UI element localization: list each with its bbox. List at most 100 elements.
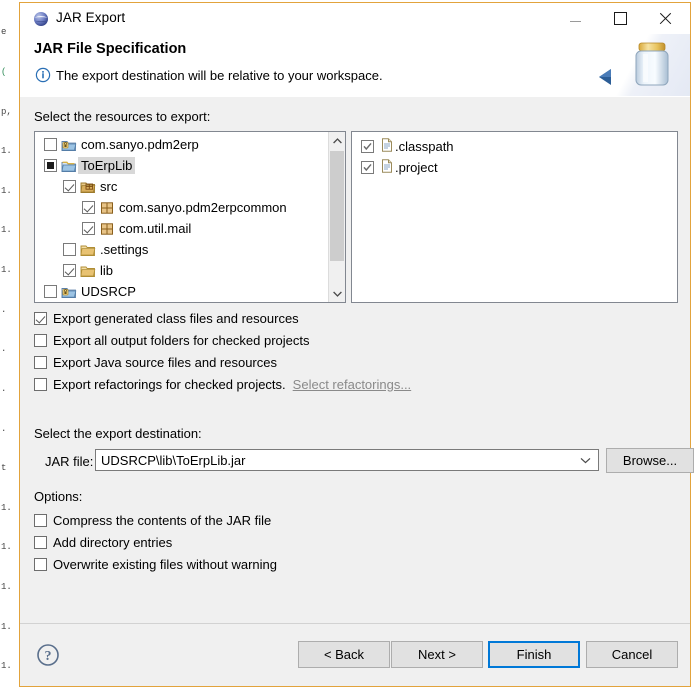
- file-icon: [379, 158, 395, 177]
- info-icon: [35, 67, 51, 83]
- tree-row[interactable]: com.util.mail: [35, 218, 328, 239]
- source-folder-icon: [80, 179, 96, 195]
- option-label: Overwrite existing files without warning: [53, 556, 277, 572]
- tree-row-label: com.sanyo.pdm2erp: [81, 137, 199, 152]
- tree-row-label: .settings: [100, 242, 149, 257]
- jar-export-icon: [33, 11, 49, 27]
- list-item[interactable]: .classpath: [352, 136, 677, 157]
- tree-row-label: ToErpLib: [78, 157, 136, 174]
- option-checkbox[interactable]: [34, 333, 47, 347]
- chevron-up-icon[interactable]: [329, 132, 345, 149]
- tree-checkbox[interactable]: [63, 243, 76, 256]
- tree-row-label: src: [100, 179, 118, 194]
- tree-checkbox[interactable]: [63, 180, 76, 193]
- close-button[interactable]: [643, 3, 688, 33]
- dialog-body: Select the resources to export: com.sany…: [20, 97, 694, 624]
- help-icon[interactable]: ?: [36, 643, 60, 667]
- jar-file-label: JAR file:: [45, 454, 94, 469]
- next-button[interactable]: Next >: [391, 641, 483, 668]
- java-project-icon: [61, 284, 77, 300]
- option-overwrite-existing-files[interactable]: Overwrite existing files without warning: [34, 555, 277, 573]
- title-bar: JAR Export: [20, 3, 690, 34]
- minimize-icon: [570, 20, 581, 22]
- option-label: Add directory entries: [53, 534, 173, 550]
- package-icon: [99, 221, 115, 237]
- option-checkbox[interactable]: [34, 557, 47, 571]
- tree-row-label: com.util.mail: [119, 221, 192, 236]
- tree-row[interactable]: UDSRCP: [35, 281, 328, 302]
- maximize-icon: [614, 11, 627, 25]
- page-description: The export destination will be relative …: [56, 68, 383, 83]
- option-export-all-output-folders[interactable]: Export all output folders for checked pr…: [34, 331, 310, 349]
- tree-row[interactable]: [35, 302, 328, 303]
- option-export-refactorings[interactable]: Export refactorings for checked projects…: [34, 375, 411, 393]
- export-arrow-icon: [598, 68, 620, 93]
- option-checkbox[interactable]: [34, 513, 47, 527]
- list-item-label: .classpath: [395, 139, 454, 154]
- maximize-button[interactable]: [598, 3, 643, 33]
- back-button[interactable]: < Back: [298, 641, 390, 668]
- chevron-down-icon[interactable]: [580, 457, 591, 466]
- option-export-java-source-files[interactable]: Export Java source files and resources: [34, 353, 277, 371]
- option-checkbox[interactable]: [34, 355, 47, 369]
- tree-row[interactable]: lib: [35, 260, 328, 281]
- destination-label: Select the export destination:: [34, 426, 202, 441]
- option-checkbox[interactable]: [34, 377, 47, 391]
- jar-bottle-icon: [630, 40, 674, 95]
- file-checkbox[interactable]: [361, 140, 374, 153]
- tree-scrollbar[interactable]: [328, 132, 345, 302]
- option-label: Export refactorings for checked projects…: [53, 376, 286, 392]
- finish-button[interactable]: Finish: [488, 641, 580, 668]
- java-project-icon: [61, 302, 77, 303]
- option-export-generated-class-files[interactable]: Export generated class files and resourc…: [34, 309, 299, 327]
- window-title: JAR Export: [56, 10, 126, 25]
- package-icon: [99, 200, 115, 216]
- tree-checkbox[interactable]: [44, 138, 57, 151]
- tree-row-label: com.sanyo.pdm2erpcommon: [119, 200, 287, 215]
- option-label: Compress the contents of the JAR file: [53, 512, 272, 528]
- file-list[interactable]: .classpath .project: [351, 131, 678, 303]
- folder-icon: [80, 263, 96, 279]
- option-checkbox[interactable]: [34, 311, 47, 325]
- list-item-label: .project: [395, 160, 438, 175]
- scrollbar-thumb[interactable]: [330, 151, 344, 261]
- option-label: Export Java source files and resources: [53, 354, 277, 370]
- cancel-button[interactable]: Cancel: [586, 641, 678, 668]
- file-checkbox[interactable]: [361, 161, 374, 174]
- tree-checkbox[interactable]: [63, 264, 76, 277]
- tree-row-label: UDSRCP: [81, 284, 136, 299]
- tree-row[interactable]: com.sanyo.pdm2erp: [35, 134, 328, 155]
- page-title: JAR File Specification: [34, 41, 187, 57]
- resource-tree[interactable]: com.sanyo.pdm2erp ToErpLib src com.sanyo…: [34, 131, 346, 303]
- tree-checkbox[interactable]: [82, 201, 95, 214]
- tree-checkbox[interactable]: [44, 302, 57, 303]
- file-icon: [379, 137, 395, 156]
- tree-checkbox[interactable]: [82, 222, 95, 235]
- background-code-strip: e ( p, 1. 1. 1. 1. . . . . t 1. 1. 1. 1.…: [0, 0, 19, 692]
- jar-file-combo[interactable]: UDSRCP\lib\ToErpLib.jar: [95, 449, 599, 471]
- dialog-header: JAR File Specification The export destin…: [20, 34, 690, 98]
- browse-button[interactable]: Browse...: [606, 448, 694, 473]
- tree-row[interactable]: .settings: [35, 239, 328, 260]
- option-label: Export generated class files and resourc…: [53, 310, 299, 326]
- option-compress-contents[interactable]: Compress the contents of the JAR file: [34, 511, 271, 529]
- chevron-down-icon[interactable]: [329, 285, 345, 302]
- option-label: Export all output folders for checked pr…: [53, 332, 310, 348]
- tree-row[interactable]: ToErpLib: [35, 155, 328, 176]
- tree-checkbox[interactable]: [44, 159, 57, 172]
- folder-icon: [80, 242, 96, 258]
- minimize-button[interactable]: [553, 3, 598, 33]
- resources-label: Select the resources to export:: [34, 109, 211, 124]
- svg-text:?: ?: [45, 649, 52, 664]
- jar-export-dialog: JAR Export JAR File Specification The ex…: [19, 2, 694, 687]
- option-checkbox[interactable]: [34, 535, 47, 549]
- option-add-directory-entries[interactable]: Add directory entries: [34, 533, 172, 551]
- tree-row[interactable]: src: [35, 176, 328, 197]
- tree-checkbox[interactable]: [44, 285, 57, 298]
- select-refactorings-link[interactable]: Select refactorings...: [293, 377, 412, 392]
- tree-row-label: lib: [100, 263, 114, 278]
- tree-row[interactable]: com.sanyo.pdm2erpcommon: [35, 197, 328, 218]
- close-icon: [659, 12, 672, 25]
- options-label: Options:: [34, 489, 83, 504]
- list-item[interactable]: .project: [352, 157, 677, 178]
